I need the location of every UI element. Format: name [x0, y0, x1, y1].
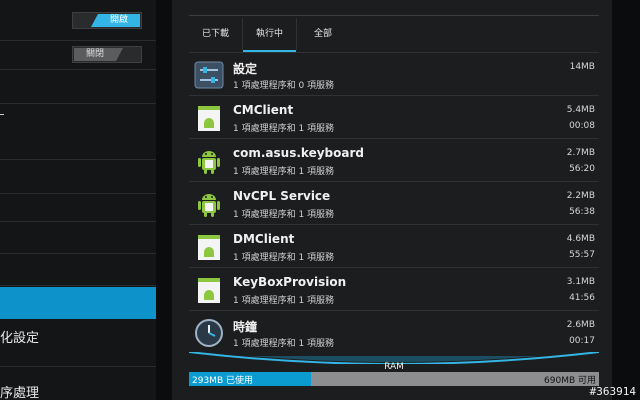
clock-icon [194, 318, 224, 348]
tab-label: 執行中 [255, 29, 283, 39]
tab-label: 全部 [313, 29, 332, 39]
android-robot-icon [194, 189, 224, 219]
app-process-info: 1 項處理程序和 0 項服務 [233, 81, 335, 91]
settings-row-1[interactable]: 開啟 [0, 0, 156, 41]
app-memory-size: 4.6MB [566, 234, 595, 244]
toggle-switch-off[interactable]: 關閉 [72, 46, 142, 63]
app-memory-size: 3.1MB [566, 277, 595, 287]
app-name: NvCPL Service [233, 189, 331, 203]
settings-row-apps-selected[interactable] [0, 287, 156, 319]
app-run-time: 00:17 [569, 336, 595, 346]
app-run-time: 56:20 [569, 164, 595, 174]
android-app-icon [194, 103, 224, 133]
settings-row-3[interactable] [0, 70, 156, 115]
app-process-info: 1 項處理程序和 1 項服務 [233, 167, 335, 177]
settings-row-8[interactable] [0, 254, 156, 286]
tab-label: 已下載 [201, 29, 229, 39]
settings-row-label: 化設定 [0, 331, 40, 346]
ram-label: RAM [384, 362, 404, 372]
tab-downloaded[interactable]: 已下載 [189, 18, 242, 52]
app-process-info: 1 項處理程序和 1 項服務 [233, 296, 335, 306]
tab-running[interactable]: 執行中 [243, 18, 296, 52]
app-run-time: 55:57 [569, 250, 595, 260]
android-app-icon [194, 275, 224, 305]
app-run-time: 56:38 [569, 207, 595, 217]
settings-row-processing[interactable]: 序處理 [0, 367, 156, 400]
app-name: 時鐘 [233, 320, 258, 334]
app-row-clock[interactable]: 時鐘 1 項處理程序和 1 項服務 2.6MB 00:17 [189, 311, 599, 354]
toggle-switch-on[interactable]: 開啟 [72, 12, 142, 29]
settings-row-5[interactable] [0, 160, 156, 194]
app-name: CMClient [233, 103, 294, 117]
app-memory-size: 2.6MB [566, 320, 595, 330]
right-edge-panel [612, 0, 640, 400]
watermark-text: #363914 [589, 385, 636, 398]
app-name: com.asus.keyboard [233, 146, 364, 160]
app-memory-size: 14MB [569, 62, 595, 72]
app-name: KeyBoxProvision [233, 275, 347, 289]
app-name: 設定 [233, 62, 258, 76]
settings-icon [194, 60, 224, 90]
settings-row-4[interactable] [0, 104, 156, 160]
app-row-dmclient[interactable]: DMClient 1 項處理程序和 1 項服務 4.6MB 55:57 [189, 225, 599, 268]
app-process-info: 1 項處理程序和 1 項服務 [233, 339, 335, 349]
android-app-icon [194, 232, 224, 262]
toggle-off-label: 關閉 [74, 48, 123, 61]
settings-row-2[interactable]: 關閉 [0, 41, 156, 70]
running-apps-pane: 已下載 執行中 全部 設定 1 項處理程序和 0 項服務 14MB CMClie… [172, 0, 612, 400]
settings-row-personalize[interactable]: 化設定 [0, 319, 156, 367]
app-process-info: 1 項處理程序和 1 項服務 [233, 253, 335, 263]
ram-usage-bar: 293MB 已使用 690MB 可用 [189, 372, 599, 386]
toggle-on-label: 開啟 [91, 14, 140, 27]
app-name: DMClient [233, 232, 295, 246]
app-memory-size: 2.7MB [566, 148, 595, 158]
app-memory-size: 2.2MB [566, 191, 595, 201]
app-process-info: 1 項處理程序和 1 項服務 [233, 124, 335, 134]
settings-row-label: 序處理 [0, 386, 40, 400]
app-row-asus-keyboard[interactable]: com.asus.keyboard 1 項處理程序和 1 項服務 2.7MB 5… [189, 139, 599, 182]
ram-used-text: 293MB 已使用 [192, 376, 253, 386]
settings-row-6[interactable] [0, 194, 156, 222]
app-row-cmclient[interactable]: CMClient 1 項處理程序和 1 項服務 5.4MB 00:08 [189, 96, 599, 139]
app-process-info: 1 項處理程序和 1 項服務 [233, 210, 335, 220]
app-row-nvcpl-service[interactable]: NvCPL Service 1 項處理程序和 1 項服務 2.2MB 56:38 [189, 182, 599, 225]
app-run-time: 00:08 [569, 121, 595, 131]
settings-row-7[interactable] [0, 222, 156, 254]
android-robot-icon [194, 146, 224, 176]
app-row-keyboxprovision[interactable]: KeyBoxProvision 1 項處理程序和 1 項服務 3.1MB 41:… [189, 268, 599, 311]
settings-list-pane: 開啟 關閉 化設定 序處理 [0, 0, 156, 400]
pane-divider [156, 0, 172, 400]
tab-all[interactable]: 全部 [297, 18, 349, 52]
ram-free-text: 690MB 可用 [544, 376, 596, 386]
app-row-settings[interactable]: 設定 1 項處理程序和 0 項服務 14MB [189, 53, 599, 96]
app-memory-size: 5.4MB [566, 105, 595, 115]
app-run-time: 41:56 [569, 293, 595, 303]
top-divider [189, 15, 599, 16]
